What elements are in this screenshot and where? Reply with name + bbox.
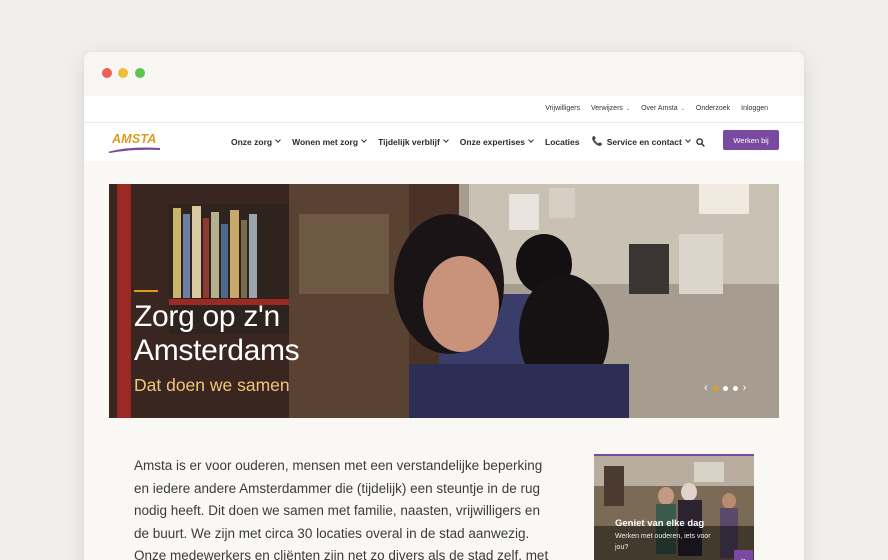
utility-link-vrijwilligers[interactable]: Vrijwilligers (545, 105, 580, 112)
chevron-down-icon (361, 137, 367, 143)
utility-links: Vrijwilligers Verwijzers ⌄ Over Amsta ⌄ On… (545, 105, 768, 112)
phone-icon: 📞 (591, 136, 603, 146)
chevron-down-icon (685, 137, 691, 143)
hero-slider: Zorg op z'n Amsterdams Dat doen we samen… (109, 184, 779, 418)
nav-item-label: Tijdelijk verblijf (378, 136, 440, 147)
nav-item-onze-expertises[interactable]: Onze expertises (459, 136, 534, 147)
nav-item-label: Wonen met zorg (292, 136, 359, 147)
window-titlebar (84, 52, 804, 96)
nav-item-locaties[interactable]: Locaties (545, 136, 580, 147)
double-chevron-right-icon[interactable]: » (734, 550, 753, 560)
nav-item-service-en-contact[interactable]: 📞 Service en contact (591, 136, 691, 147)
slide-dot-3[interactable] (732, 385, 738, 391)
utility-link-inloggen[interactable]: Inloggen (741, 105, 768, 112)
vacancy-card[interactable]: Geniet van elke dag Werken met ouderen, … (594, 454, 754, 560)
hero-title: Zorg op z'n Amsterdams (134, 300, 300, 367)
amsta-logo[interactable]: AMSTA (108, 132, 162, 153)
utility-bar: Vrijwilligers Verwijzers ⌄ Over Amsta ⌄ On… (84, 96, 804, 123)
intro-paragraph: Amsta is er voor ouderen, mensen met een… (134, 458, 549, 560)
card-title: Geniet van elke dag (615, 518, 705, 529)
utility-link-label: Verwijzers (591, 105, 623, 112)
card-text: Werken met ouderen, iets voor jou? (615, 533, 711, 551)
nav-item-wonen-met-zorg[interactable]: Wonen met zorg (292, 136, 367, 147)
nav-item-label: Onze zorg (231, 136, 273, 147)
utility-link-onderzoek[interactable]: Onderzoek (696, 105, 730, 112)
browser-window: Vrijwilligers Verwijzers ⌄ Over Amsta ⌄ On… (84, 52, 804, 560)
nav-item-label: Service en contact (606, 136, 682, 147)
nav-item-label: Onze expertises (459, 136, 525, 147)
chevron-down-icon (528, 137, 534, 143)
slide-dot-2[interactable] (722, 385, 728, 391)
chevron-right-icon[interactable]: › (743, 383, 747, 394)
chevron-down-icon: ⌄ (625, 106, 631, 112)
chevron-down-icon (275, 137, 281, 143)
utility-link-over-amsta[interactable]: Over Amsta ⌄ (641, 105, 685, 112)
minimize-window-button[interactable] (118, 68, 128, 78)
chevron-down-icon (442, 137, 449, 143)
logo-wordmark: AMSTA (112, 132, 157, 146)
utility-link-label: Over Amsta (641, 105, 678, 112)
werken-bij-button[interactable]: Werken bij (723, 130, 779, 150)
maximize-window-button[interactable] (135, 68, 145, 78)
slide-dot-1[interactable] (712, 385, 718, 391)
close-window-button[interactable] (102, 68, 112, 78)
main-navigation: AMSTA Onze zorg Wonen met zorg Tijdelijk… (84, 123, 804, 161)
logo-swoosh-icon (108, 147, 160, 153)
chevron-down-icon: ⌄ (680, 106, 685, 112)
slider-controls: ‹ › (704, 383, 747, 394)
primary-nav: Onze zorg Wonen met zorg Tijdelijk verbl… (231, 136, 691, 147)
search-icon[interactable] (696, 138, 705, 147)
nav-item-tijdelijk-verblijf[interactable]: Tijdelijk verblijf (378, 136, 449, 147)
nav-item-label: Locaties (545, 136, 580, 147)
utility-link-verwijzers[interactable]: Verwijzers ⌄ (591, 105, 630, 112)
chevron-left-icon[interactable]: ‹ (704, 383, 708, 394)
hero-accent-line (134, 290, 158, 292)
nav-item-onze-zorg[interactable]: Onze zorg (231, 136, 281, 147)
hero-subtitle: Dat doen we samen (134, 375, 290, 395)
